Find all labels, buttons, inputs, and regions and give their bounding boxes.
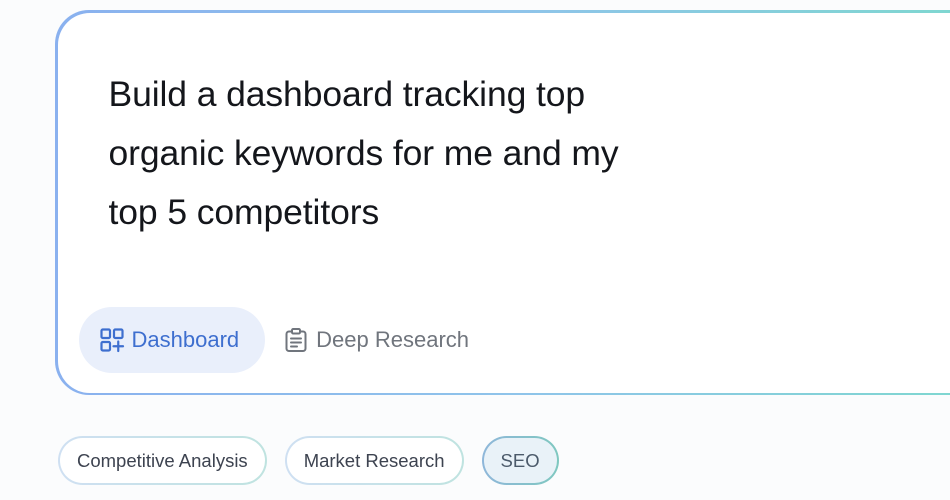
dashboard-mode-button[interactable]: Dashboard — [78, 306, 266, 373]
prompt-card-body: Build a dashboard tracking top organic k… — [57, 12, 950, 393]
tag-seo[interactable]: SEO — [481, 436, 559, 485]
prompt-input[interactable]: Build a dashboard tracking top organic k… — [109, 65, 709, 242]
deep-research-mode-label: Deep Research — [316, 326, 470, 352]
mode-selector: Dashboard Deep Research — [78, 306, 488, 373]
tag-market-research-label: Market Research — [286, 438, 462, 483]
deep-research-mode-button[interactable]: Deep Research — [265, 307, 487, 373]
tag-competitive-analysis[interactable]: Competitive Analysis — [58, 436, 267, 485]
dashboard-add-icon — [99, 327, 125, 353]
prompt-card: Build a dashboard tracking top organic k… — [55, 10, 950, 395]
clipboard-icon — [283, 327, 309, 353]
tag-market-research[interactable]: Market Research — [284, 436, 464, 485]
tag-seo-label: SEO — [483, 438, 557, 483]
tag-competitive-analysis-label: Competitive Analysis — [60, 438, 265, 483]
suggestion-tags: Competitive Analysis Market Research SEO — [58, 436, 559, 485]
dashboard-mode-label: Dashboard — [131, 326, 240, 352]
